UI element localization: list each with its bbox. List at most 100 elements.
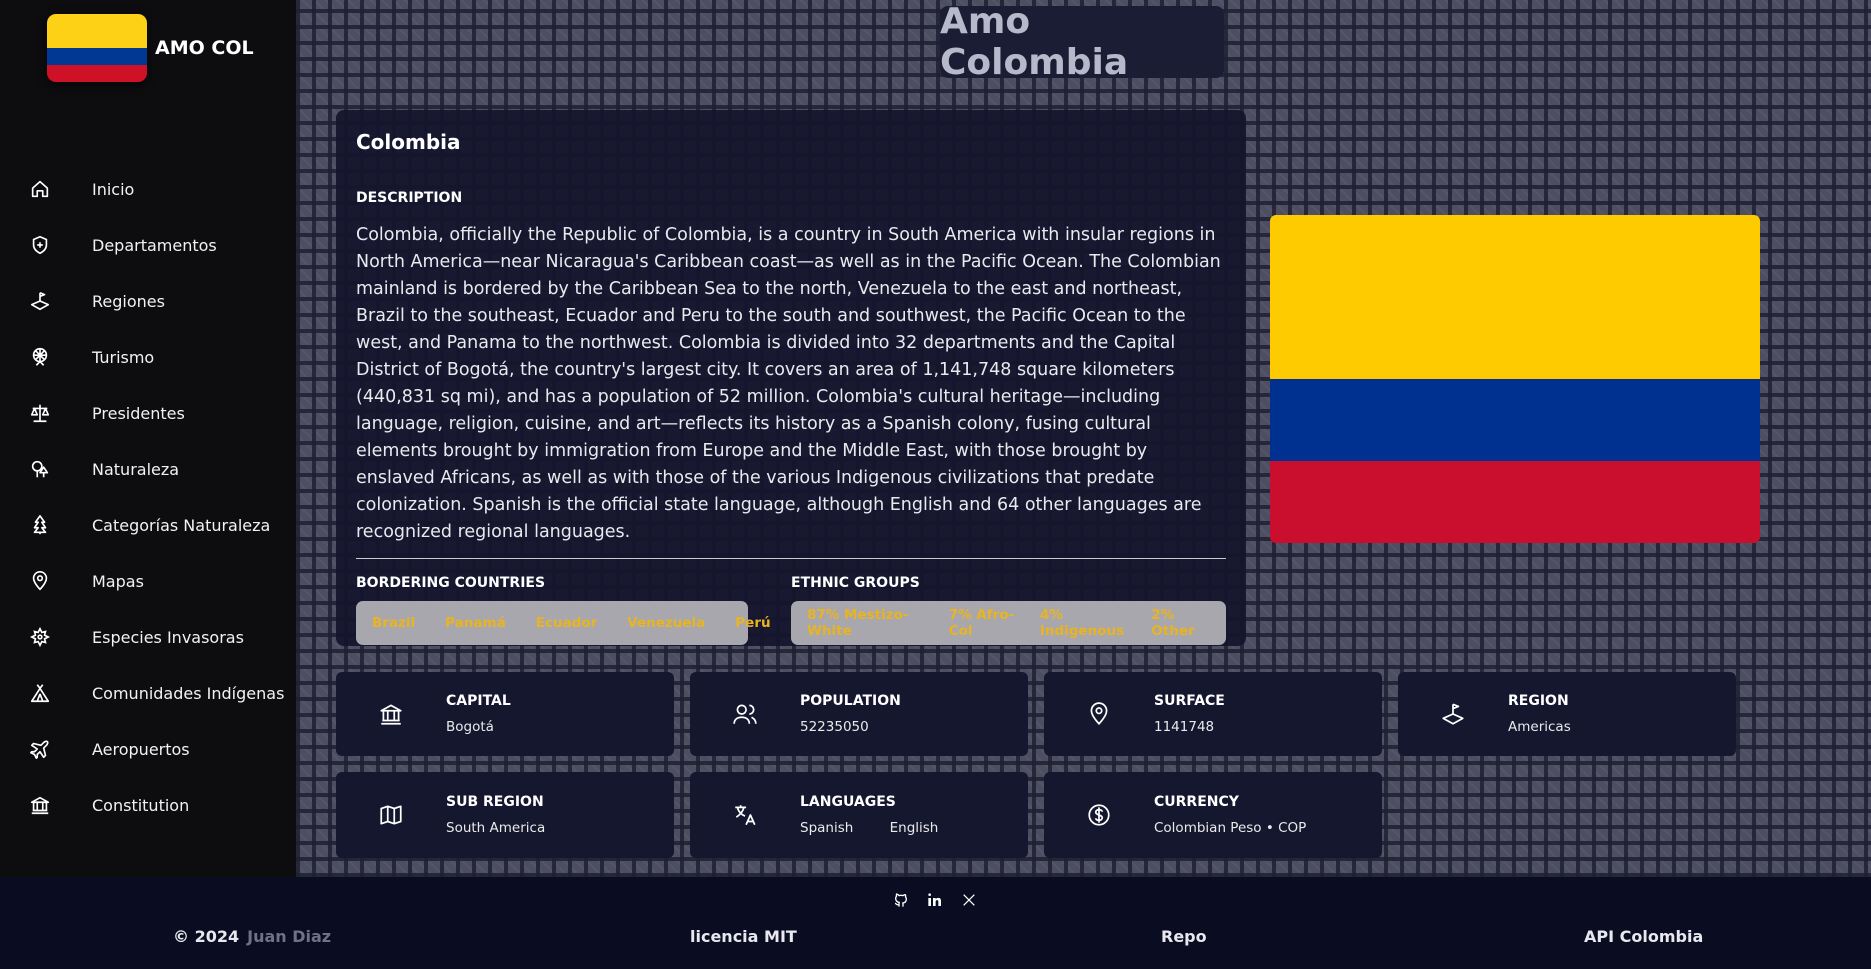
bordering-country[interactable]: Brazil (372, 615, 415, 631)
sidebar-item-constitution[interactable]: Constitution (0, 777, 296, 833)
ethnic-group: 7% Afro-Col (948, 607, 1015, 639)
sidebar-item-label: Departamentos (92, 235, 217, 255)
building-columns-icon (28, 793, 52, 817)
population-card: POPULATION 52235050 (690, 672, 1028, 756)
sidebar-item-departamentos[interactable]: Departamentos (0, 217, 296, 273)
country-description: Colombia, officially the Republic of Col… (356, 225, 1221, 542)
currency-card: CURRENCY Colombian Peso • COP (1044, 772, 1382, 858)
region-flag-icon (28, 289, 52, 313)
license-link[interactable]: licencia MIT (690, 927, 797, 946)
bordering-countries-list: Brazil Panamá Ecuador Venezuela Perú (356, 601, 771, 645)
region-flag-icon (1398, 701, 1508, 727)
languages-card: LANGUAGES Spanish English (690, 772, 1028, 858)
map-icon (336, 802, 446, 828)
subregion-card: SUB REGION South America (336, 772, 674, 858)
footer-links: © 2024 Juan Diaz licencia MIT Repo API Co… (0, 927, 1871, 951)
pine-tree-icon (28, 513, 52, 537)
stat-value: South America (446, 820, 546, 836)
bordering-country[interactable]: Perú (735, 615, 770, 631)
sidebar-item-naturaleza[interactable]: Naturaleza (0, 441, 296, 497)
sidebar-nav: Inicio Departamentos Regiones Turismo Pr… (0, 161, 296, 833)
sidebar-item-label: Categorías Naturaleza (92, 515, 271, 535)
stat-label: SURFACE (1154, 693, 1225, 709)
stat-value: 52235050 (800, 719, 869, 735)
sidebar-item-label: Turismo (92, 347, 155, 367)
ethnic-groups-section: ETHNIC GROUPS 87% Mestizo-White 7% Afro-… (791, 575, 1226, 645)
stat-label: LANGUAGES (800, 794, 896, 810)
brand-name: AMO COL (155, 37, 254, 59)
sidebar-item-label: Constitution (92, 795, 190, 815)
ethnic-group: 4% Indigenous (1039, 607, 1125, 639)
stat-value: Spanish English (800, 820, 970, 836)
copyright: © 2024 Juan Diaz (173, 927, 331, 946)
translate-icon (690, 802, 800, 828)
sidebar-item-turismo[interactable]: Turismo (0, 329, 296, 385)
stat-value: Colombian Peso • COP (1154, 820, 1307, 836)
language-item: English (889, 820, 939, 836)
sidebar-item-aeropuertos[interactable]: Aeropuertos (0, 721, 296, 777)
sidebar-item-mapas[interactable]: Mapas (0, 553, 296, 609)
map-pin-icon (28, 569, 52, 593)
colombia-flag-image (1270, 215, 1760, 543)
plane-icon (28, 737, 52, 761)
country-info-card: Colombia DESCRIPTION Colombia, officiall… (336, 110, 1246, 646)
capital-card: CAPITAL Bogotá (336, 672, 674, 756)
bordering-country[interactable]: Panamá (445, 615, 506, 631)
sidebar-item-label: Naturaleza (92, 459, 180, 479)
stat-label: REGION (1508, 693, 1569, 709)
bordering-countries-section: BORDERING COUNTRIES Brazil Panamá Ecuado… (356, 575, 791, 645)
sidebar-item-inicio[interactable]: Inicio (0, 161, 296, 217)
copyright-year: © 2024 (173, 927, 240, 946)
divider (356, 558, 1226, 559)
bordering-country[interactable]: Ecuador (536, 615, 598, 631)
bordering-country[interactable]: Venezuela (627, 615, 705, 631)
page-title: Amo Colombia (940, 1, 1129, 83)
scale-icon (28, 401, 52, 425)
map-pin-icon (1044, 701, 1154, 727)
stat-value: Americas (1508, 719, 1571, 735)
ethnic-groups-label: ETHNIC GROUPS (791, 575, 920, 591)
stat-value: Bogotá (446, 719, 494, 735)
stat-value: 1141748 (1154, 719, 1215, 735)
author-link[interactable]: Juan Diaz (247, 927, 331, 946)
country-tags-row: BORDERING COUNTRIES Brazil Panamá Ecuado… (356, 575, 1226, 645)
tent-icon (28, 681, 52, 705)
building-columns-icon (336, 701, 446, 727)
description-label: DESCRIPTION (356, 190, 463, 206)
ferris-wheel-icon (28, 345, 52, 369)
page-title-box: Amo Colombia (940, 1, 1224, 83)
sidebar-item-label: Especies Invasoras (92, 627, 244, 647)
colombia-flag-logo (47, 14, 147, 82)
brand[interactable]: AMO COL (47, 14, 254, 82)
linkedin-icon[interactable] (926, 891, 944, 909)
sidebar-item-label: Mapas (92, 571, 144, 591)
sidebar-item-especies-invasoras[interactable]: Especies Invasoras (0, 609, 296, 665)
stat-label: CAPITAL (446, 693, 511, 709)
sidebar-item-label: Inicio (92, 179, 135, 199)
country-name: Colombia (356, 130, 461, 154)
sidebar-item-comunidades-indigenas[interactable]: Comunidades Indígenas (0, 665, 296, 721)
sidebar-item-label: Regiones (92, 291, 165, 311)
virus-icon (28, 625, 52, 649)
dollar-circle-icon (1044, 802, 1154, 828)
sidebar-item-label: Aeropuertos (92, 739, 190, 759)
sidebar: AMO COL Inicio Departamentos Regiones Tu… (0, 0, 296, 877)
stat-label: POPULATION (800, 693, 901, 709)
region-card: REGION Americas (1398, 672, 1736, 756)
sidebar-item-presidentes[interactable]: Presidentes (0, 385, 296, 441)
x-icon[interactable] (960, 891, 978, 909)
bordering-countries-label: BORDERING COUNTRIES (356, 575, 546, 591)
footer: © 2024 Juan Diaz licencia MIT Repo API Co… (0, 877, 1871, 969)
ethnic-group: 87% Mestizo-White (807, 607, 909, 639)
github-icon[interactable] (892, 891, 910, 909)
ethnic-group: 2% Other (1151, 607, 1195, 639)
repo-link[interactable]: Repo (1161, 927, 1207, 946)
sidebar-item-regiones[interactable]: Regiones (0, 273, 296, 329)
stat-label: CURRENCY (1154, 794, 1239, 810)
sidebar-item-label: Presidentes (92, 403, 185, 423)
sidebar-item-label: Comunidades Indígenas (92, 683, 285, 703)
api-colombia-link[interactable]: API Colombia (1584, 927, 1703, 946)
surface-card: SURFACE 1141748 (1044, 672, 1382, 756)
home-icon (28, 177, 52, 201)
sidebar-item-categorias-naturaleza[interactable]: Categorías Naturaleza (0, 497, 296, 553)
